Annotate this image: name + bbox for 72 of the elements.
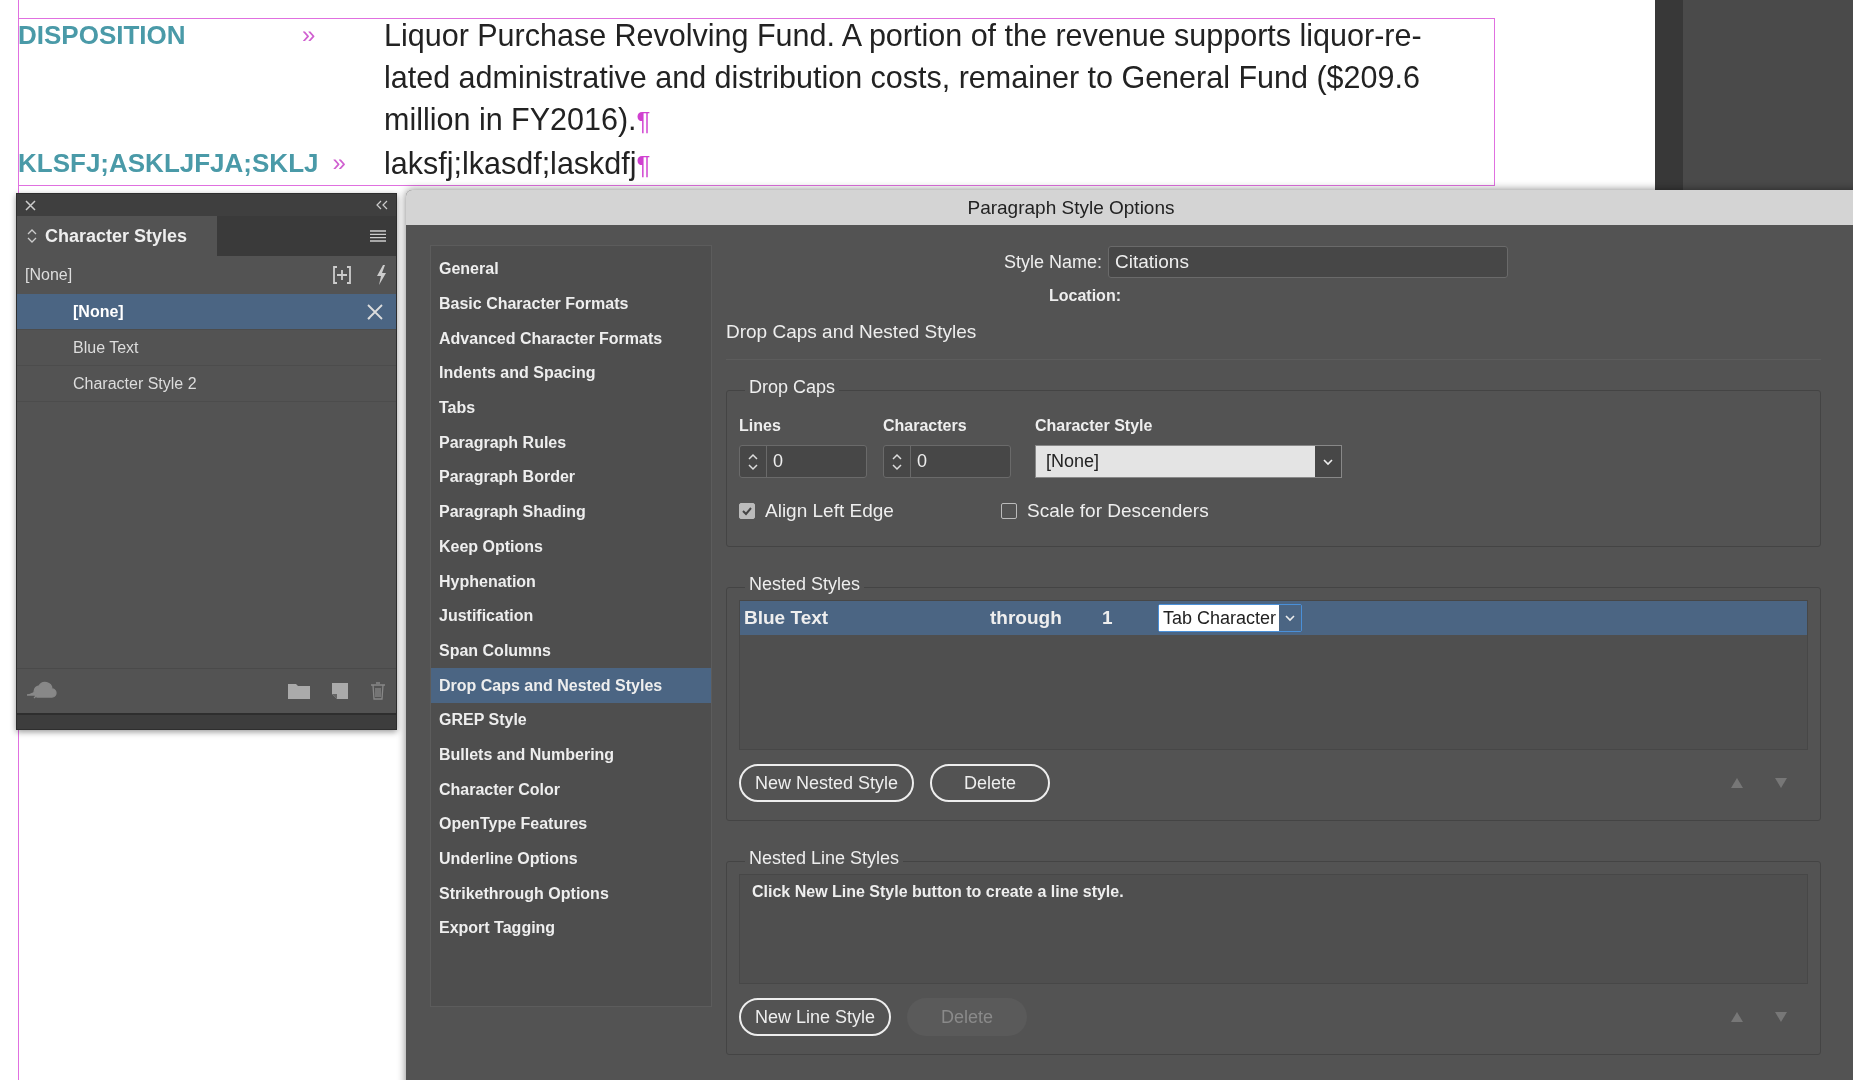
up-down-icon[interactable]: [27, 228, 37, 244]
table-cell-text: 1: [1102, 607, 1114, 629]
style-list-item[interactable]: Character Style 2: [17, 366, 396, 402]
new-style-button[interactable]: New Nested Style: [739, 764, 915, 802]
pilcrow-mark: ¶: [636, 150, 651, 180]
category-item[interactable]: Justification: [431, 598, 711, 634]
hint-text: Click New Line Style button to create a line style.: [752, 883, 1124, 900]
lines-field[interactable]: 0: [739, 445, 867, 478]
category-item[interactable]: Advanced Character Formats: [431, 321, 711, 357]
category-item[interactable]: Export Tagging: [431, 911, 711, 946]
lightning-icon[interactable]: [374, 265, 388, 285]
collapse-icon[interactable]: [376, 200, 388, 210]
category-item[interactable]: Drop Caps and Nested Styles: [431, 668, 711, 703]
style-name-field[interactable]: Citations: [1108, 246, 1508, 278]
group-title: Nested Line Styles: [745, 848, 904, 869]
new-style-icon[interactable]: [332, 265, 352, 285]
delimiter-dropdown[interactable]: Tab Character: [1158, 604, 1302, 632]
body-text: lated administrative and distribution costs, remainer to General Fund ($209.6: [384, 60, 1420, 94]
style-list-item[interactable]: Blue Text: [17, 330, 396, 366]
table-cell-text: Blue Text: [743, 607, 830, 629]
category-item[interactable]: Tabs: [431, 390, 711, 426]
field-label: Character Style: [1035, 417, 1154, 435]
nested-style-row[interactable]: Blue Text through 1 Tab Character: [740, 601, 1807, 635]
category-item[interactable]: Bullets and Numbering: [431, 737, 711, 773]
style-list-item[interactable]: [None]: [17, 294, 396, 330]
category-item[interactable]: Paragraph Shading: [431, 494, 711, 530]
delete-button[interactable]: Delete: [930, 764, 1051, 802]
location-label: Location:: [1048, 287, 1122, 305]
category-item[interactable]: Indents and Spacing: [431, 356, 711, 391]
checkbox-label: Align Left Edge: [765, 500, 894, 522]
category-item[interactable]: Hyphenation: [431, 564, 711, 599]
group-title: Nested Styles: [745, 574, 865, 595]
category-item[interactable]: Keep Options: [431, 529, 711, 565]
body-text: million in FY2016).: [384, 102, 637, 136]
category-item[interactable]: Strikethrough Options: [431, 876, 711, 912]
tab-marker: »: [302, 21, 316, 49]
field-label: Style Name:: [1002, 251, 1102, 273]
category-item[interactable]: Paragraph Border: [431, 460, 711, 495]
body-text: Liquor Purchase Revolving Fund. A portion of the revenue supports liquor-re-: [384, 18, 1422, 52]
category-item[interactable]: GREP Style: [431, 702, 711, 738]
paragraph-label: KLSFJ;ASKLJFJA;SKLJ: [18, 147, 320, 179]
category-item[interactable]: Character Color: [431, 772, 711, 807]
checkbox[interactable]: [739, 503, 755, 519]
folder-icon[interactable]: [288, 683, 310, 699]
body-text: laksfj;lkasdf;laskdfj: [384, 146, 637, 180]
new-page-icon[interactable]: [332, 683, 348, 699]
tab-marker: »: [332, 149, 346, 177]
paragraph-label: DISPOSITION: [18, 19, 187, 51]
menu-icon[interactable]: [370, 230, 386, 242]
table-cell-text: through: [990, 607, 1063, 629]
current-style: [None]: [25, 266, 73, 284]
category-item[interactable]: Basic Character Formats: [431, 286, 711, 322]
character-style-dropdown[interactable]: [None]: [1035, 445, 1342, 478]
close-icon[interactable]: [25, 199, 36, 211]
pilcrow-mark: ¶: [636, 106, 651, 136]
category-item[interactable]: Paragraph Rules: [431, 425, 711, 461]
new-style-button[interactable]: New Line Style: [739, 998, 892, 1036]
field-label: Characters: [883, 417, 968, 435]
category-item[interactable]: OpenType Features: [431, 807, 711, 842]
category-item[interactable]: General: [431, 252, 711, 287]
field-label: Lines: [739, 417, 782, 435]
checkbox[interactable]: [1001, 503, 1017, 519]
category-item[interactable]: Span Columns: [431, 633, 711, 669]
category-item[interactable]: Underline Options: [431, 841, 711, 877]
section-title: Drop Caps and Nested Styles: [726, 321, 1821, 360]
dialog-title: Paragraph Style Options: [406, 190, 1853, 225]
group-title: Drop Caps: [745, 377, 840, 398]
checkbox-label: Scale for Descenders: [1027, 500, 1209, 522]
caret-icon: [1284, 612, 1296, 624]
panel-tab[interactable]: Character Styles: [17, 216, 217, 256]
characters-field[interactable]: 0: [883, 445, 1011, 478]
resize-grip[interactable]: [17, 713, 396, 729]
